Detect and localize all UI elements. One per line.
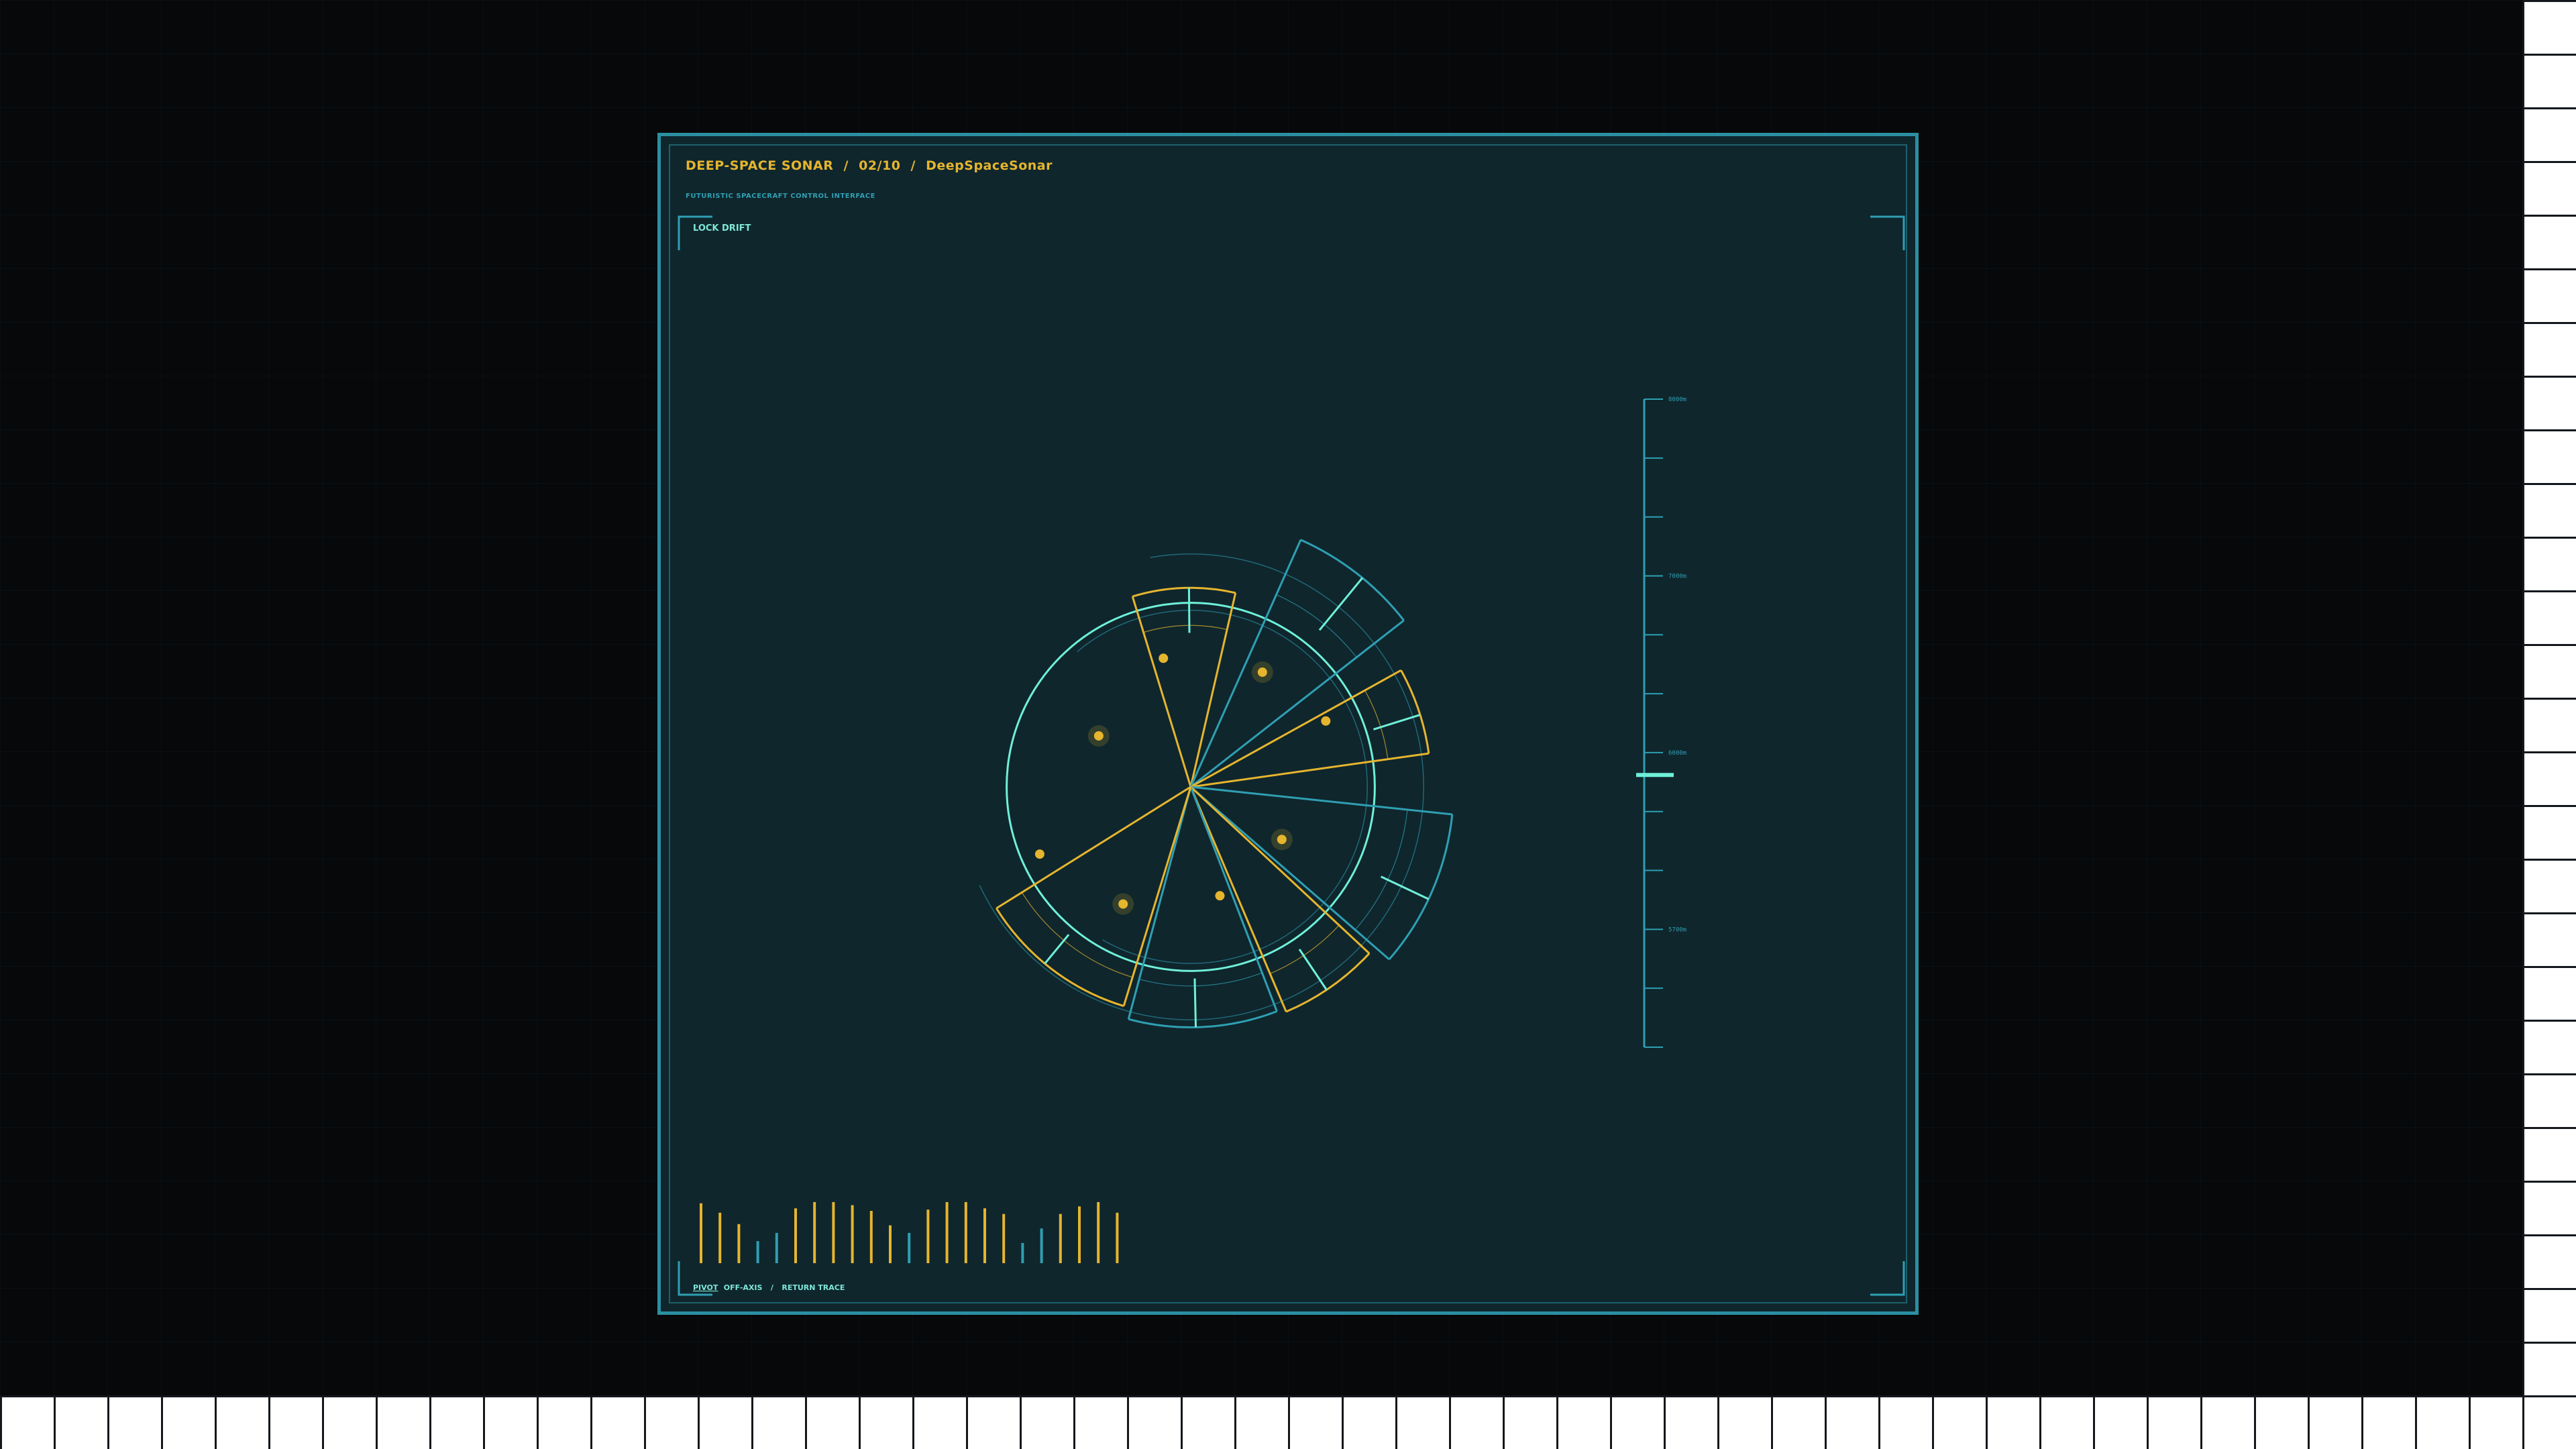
off-axis-label: OFF-AXIS (724, 1283, 763, 1292)
controls-separator: / (771, 1283, 774, 1292)
sector-edge (1122, 786, 1192, 1007)
sector-outer-arc (1285, 953, 1371, 1013)
sector-edge (1189, 786, 1371, 955)
bottom-controls: PIVOT OFF-AXIS / RETURN TRACE (693, 1281, 845, 1293)
sonar-sector-6 (1127, 786, 1278, 1028)
header-app-name: DEEP-SPACE SONAR (686, 158, 833, 173)
sector-inner-arc (1143, 625, 1228, 633)
sector-divider (1373, 714, 1421, 731)
sector-edge (1189, 786, 1287, 1012)
pivot-link[interactable]: PIVOT (693, 1283, 718, 1292)
depth-scale: 8000m 7000m 6000m 5700m (1636, 396, 1686, 1048)
sonar-radar (979, 539, 1454, 1028)
sonar-sector-4 (1190, 786, 1454, 961)
sonar-contact-7[interactable] (1118, 899, 1128, 909)
sector-divider (1298, 949, 1328, 991)
sector-inner-arc (1139, 972, 1263, 987)
sonar-contact-6[interactable] (1215, 891, 1225, 901)
sector-inner-arc (1276, 594, 1357, 658)
depth-scale-label: 8000m (1668, 396, 1686, 403)
header-separator: / (844, 158, 849, 173)
lock-drift-label: LOCK DRIFT (693, 223, 751, 233)
sector-outer-arc (1400, 669, 1430, 754)
sonar-sector-1 (1131, 586, 1237, 788)
sector-divider (1193, 978, 1197, 1028)
header-subtitle: FUTURISTIC SPACECRAFT CONTROL INTERFACE (686, 193, 875, 200)
sonar-contact-3[interactable] (1321, 716, 1331, 726)
right-ruler-strip (2522, 0, 2576, 1395)
sonar-scene: DEEP-SPACE SONAR / 02/10 / DeepSpaceSona… (678, 158, 1905, 1296)
header-index: 02/10 (859, 158, 900, 173)
corner-bracket-top-left (678, 215, 712, 250)
sector-outer-arc (1132, 586, 1236, 598)
sonar-contact-4[interactable] (1093, 731, 1104, 741)
header-separator: / (911, 158, 916, 173)
sonar-sector-3 (1190, 669, 1430, 788)
sector-outer-arc (1388, 814, 1454, 961)
depth-scale-label: 5700m (1668, 926, 1686, 933)
sector-edge (1131, 596, 1192, 788)
sector-edge (996, 786, 1191, 910)
spectrum-bars (700, 1201, 1119, 1263)
sector-edge (1127, 786, 1192, 1020)
depth-scale-label: 7000m (1668, 573, 1686, 580)
sector-divider (1044, 934, 1070, 965)
sector-outer-arc (1300, 539, 1405, 621)
bottom-ruler-strip (0, 1395, 2576, 1449)
sector-inner-arc (1364, 690, 1389, 759)
sector-edge (1189, 539, 1302, 788)
sector-edge (1189, 786, 1278, 1012)
sector-edge (1190, 669, 1402, 788)
lock-drift-button[interactable]: LOCK DRIFT (693, 223, 751, 233)
sonar-contact-8[interactable] (1034, 849, 1044, 859)
sonar-contact-1[interactable] (1159, 653, 1169, 663)
outer-guide-arc (979, 553, 1424, 1020)
desktop-background: DEEP-SPACE SONAR / 02/10 / DeepSpaceSona… (0, 0, 2576, 1449)
sonar-contact-5[interactable] (1277, 835, 1287, 845)
return-trace-button[interactable]: RETURN TRACE (782, 1283, 845, 1292)
corner-bracket-bottom-right (1870, 1261, 1905, 1296)
sector-edge (1190, 786, 1453, 816)
sector-outer-arc (996, 908, 1124, 1008)
depth-scale-label: 6000m (1668, 750, 1686, 757)
header-module-name: DeepSpaceSonar (926, 158, 1053, 173)
corner-bracket-top-right (1870, 215, 1905, 250)
header-title: DEEP-SPACE SONAR / 02/10 / DeepSpaceSona… (686, 158, 1053, 173)
sonar-contact-2[interactable] (1257, 667, 1267, 678)
sonar-panel: DEEP-SPACE SONAR / 02/10 / DeepSpaceSona… (657, 133, 1919, 1315)
